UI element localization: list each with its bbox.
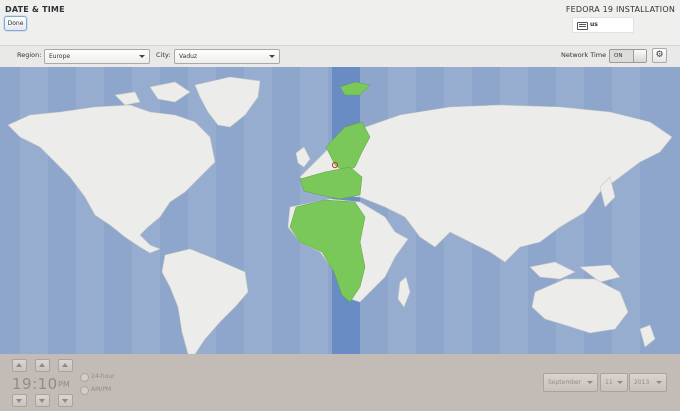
network-time-state: ON <box>614 53 623 59</box>
done-button[interactable]: Done <box>4 16 27 31</box>
chevron-down-icon <box>656 381 662 384</box>
day-select[interactable]: 11 <box>600 373 628 392</box>
region-label: Region: <box>17 51 42 59</box>
hour-up-button[interactable] <box>12 359 27 372</box>
city-label: City: <box>156 51 171 59</box>
world-map[interactable] <box>0 67 680 354</box>
chevron-down-icon <box>587 381 593 384</box>
month-select[interactable]: September <box>543 373 598 392</box>
city-value: Vaduz <box>179 53 198 60</box>
year-select[interactable]: 2013 <box>629 373 667 392</box>
toggle-knob <box>633 50 646 62</box>
keyboard-icon <box>577 22 588 30</box>
chevron-down-icon <box>139 55 145 58</box>
month-value: September <box>548 379 582 386</box>
24-hour-label: 24-hour <box>91 373 115 380</box>
meridiem-display: PM <box>58 380 70 389</box>
region-select[interactable]: Europe <box>44 49 150 64</box>
timezone-map[interactable] <box>0 67 680 354</box>
keyboard-layout-label: us <box>590 21 598 28</box>
region-value: Europe <box>49 53 71 60</box>
minute-down-button[interactable] <box>35 394 50 407</box>
keyboard-layout-indicator[interactable]: us <box>572 17 634 33</box>
city-select[interactable]: Vaduz <box>174 49 280 64</box>
day-value: 11 <box>605 379 613 386</box>
gear-icon[interactable]: ⚙ <box>652 48 667 63</box>
24-hour-radio[interactable] <box>80 373 89 382</box>
network-time-label: Network Time <box>561 51 607 59</box>
header-bar: DATE & TIME Done FEDORA 19 INSTALLATION … <box>0 0 680 45</box>
network-time-toggle[interactable]: ON <box>609 49 647 63</box>
installer-title: FEDORA 19 INSTALLATION <box>565 5 675 14</box>
meridiem-up-button[interactable] <box>58 359 73 372</box>
page-title: DATE & TIME <box>5 5 65 14</box>
meridiem-down-button[interactable] <box>58 394 73 407</box>
time-display: 19:10 <box>12 375 58 393</box>
chevron-down-icon <box>617 381 623 384</box>
hour-down-button[interactable] <box>12 394 27 407</box>
ampm-radio[interactable] <box>80 386 89 395</box>
chevron-down-icon <box>269 55 275 58</box>
minute-up-button[interactable] <box>35 359 50 372</box>
year-value: 2013 <box>634 379 650 386</box>
ampm-label: AM/PM <box>91 386 112 393</box>
